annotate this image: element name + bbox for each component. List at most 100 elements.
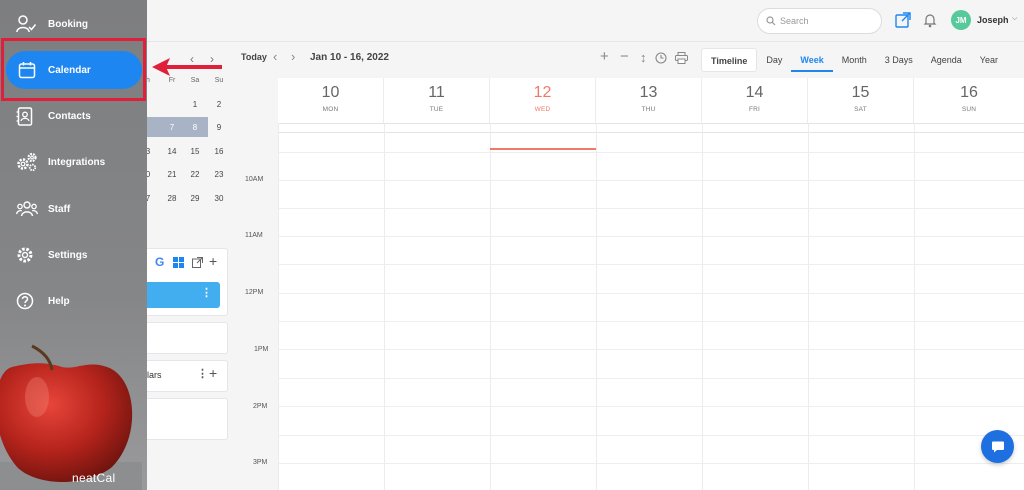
half-hour-line: [278, 152, 1024, 153]
sidebar-item-label: Integrations: [48, 156, 106, 168]
day-header[interactable]: 13 THU: [596, 78, 702, 123]
mini-weekday: Fr: [168, 77, 176, 84]
tab-agenda[interactable]: Agenda: [922, 48, 971, 72]
day-name: WED: [534, 106, 551, 113]
day-name: SAT: [854, 106, 867, 113]
mini-day[interactable]: 22: [183, 170, 207, 179]
external-link-icon[interactable]: [192, 257, 203, 268]
hour-line: [278, 406, 1024, 407]
sidebar-item-label: Settings: [48, 249, 88, 261]
google-icon[interactable]: G: [155, 255, 164, 269]
time-label: 3PM: [253, 459, 268, 466]
add-calendar-icon[interactable]: +: [209, 365, 217, 381]
tab-timeline[interactable]: Timeline: [701, 48, 758, 72]
brand-logo: neatCal: [72, 471, 116, 485]
view-switcher: Timeline Day Week Month 3 Days Agenda Ye…: [701, 48, 1007, 72]
day-header[interactable]: 15 SAT: [808, 78, 914, 123]
day-number: 13: [639, 84, 658, 101]
sidebar-item-settings[interactable]: Settings: [0, 235, 147, 275]
date-range: Jan 10 - 16, 2022: [310, 52, 389, 63]
prev-week-button[interactable]: ‹: [273, 49, 277, 64]
next-week-button[interactable]: ›: [291, 49, 295, 64]
avatar[interactable]: JM: [951, 10, 971, 30]
chat-button[interactable]: [981, 430, 1014, 463]
day-number: 15: [851, 84, 870, 101]
sidebar-item-help[interactable]: Help: [0, 281, 147, 321]
sidebar-item-contacts[interactable]: Contacts: [0, 96, 147, 136]
day-number: 10: [321, 84, 340, 101]
day-number: 16: [960, 84, 978, 101]
bell-icon[interactable]: [922, 12, 938, 28]
highlight-box: [1, 38, 146, 101]
tab-month[interactable]: Month: [833, 48, 876, 72]
mini-day[interactable]: 30: [207, 194, 231, 203]
sidebar-item-label: Booking: [48, 18, 88, 30]
time-label: 11AM: [245, 232, 263, 239]
day-name: MON: [322, 106, 339, 113]
user-check-icon: [16, 15, 36, 33]
half-hour-line: [278, 378, 1024, 379]
mini-weekday: Su: [214, 77, 224, 84]
tab-week[interactable]: Week: [791, 48, 833, 72]
mini-day[interactable]: 2: [207, 100, 231, 109]
day-number: 12: [533, 84, 552, 101]
user-name[interactable]: Joseph: [977, 15, 1009, 25]
sidebar-item-label: Staff: [48, 203, 71, 215]
search-input[interactable]: Search: [757, 8, 882, 34]
windows-icon[interactable]: [173, 257, 184, 268]
sidebar-item-integrations[interactable]: Integrations: [0, 142, 147, 182]
add-account-icon[interactable]: +: [209, 253, 217, 269]
mini-day[interactable]: 28: [160, 194, 184, 203]
today-button[interactable]: Today: [241, 52, 267, 62]
day-header[interactable]: 10 MON: [278, 78, 384, 123]
mini-day[interactable]: 29: [183, 194, 207, 203]
mini-day[interactable]: 9: [207, 123, 231, 132]
mini-day[interactable]: 23: [207, 170, 231, 179]
tab-day[interactable]: Day: [757, 48, 791, 72]
sidebar-item-staff[interactable]: Staff: [0, 189, 147, 229]
account-item[interactable]: ⋮: [147, 282, 220, 308]
top-bar: Search JM Joseph ⌵: [0, 0, 1024, 42]
day-header[interactable]: 14 FRI: [702, 78, 808, 123]
chevron-down-icon[interactable]: ⌵: [1012, 15, 1017, 23]
all-day-row[interactable]: [278, 123, 1024, 133]
hour-line: [278, 180, 1024, 181]
day-number: 14: [745, 84, 764, 101]
zoom-out-icon[interactable]: −: [620, 48, 629, 65]
day-name: SUN: [961, 106, 977, 113]
hour-line: [278, 236, 1024, 237]
mini-day[interactable]: 1: [183, 100, 207, 109]
help-icon: [16, 292, 34, 310]
day-number: 11: [428, 84, 445, 101]
calendars-label: lars: [147, 370, 162, 380]
mini-day[interactable]: 7: [160, 123, 184, 132]
tab-year[interactable]: Year: [971, 48, 1007, 72]
print-icon[interactable]: [675, 52, 688, 64]
hour-line: [278, 349, 1024, 350]
gear-icon: [17, 247, 33, 263]
more-vertical-icon[interactable]: ⋮: [197, 367, 208, 380]
day-header[interactable]: 11 TUE: [384, 78, 490, 123]
zoom-in-icon[interactable]: +: [600, 48, 609, 65]
mini-day[interactable]: 8: [183, 123, 207, 132]
day-header[interactable]: 16 SUN: [914, 78, 1024, 123]
apple-image: [0, 344, 142, 490]
day-name: FRI: [748, 106, 761, 113]
sidebar-item-label: Help: [48, 295, 70, 307]
mini-day[interactable]: 21: [160, 170, 184, 179]
search-icon: [766, 16, 776, 26]
time-label: 12PM: [245, 289, 264, 296]
mini-day[interactable]: 15: [183, 147, 207, 156]
half-hour-line: [278, 208, 1024, 209]
week-grid[interactable]: 10 MON 11 TUE 12 WED 13 THU 14 FRI 15 SA…: [278, 78, 1024, 490]
mini-day[interactable]: 16: [207, 147, 231, 156]
more-vertical-icon[interactable]: ⋮: [201, 288, 212, 299]
search-placeholder: Search: [780, 16, 809, 26]
mini-day[interactable]: 14: [160, 147, 184, 156]
tab-3-days[interactable]: 3 Days: [876, 48, 922, 72]
external-link-icon[interactable]: [895, 12, 911, 28]
clock-icon[interactable]: [655, 52, 667, 64]
expand-vertical-icon[interactable]: ↕: [640, 50, 647, 65]
day-header-today[interactable]: 12 WED: [490, 78, 596, 123]
day-name: THU: [641, 106, 656, 113]
